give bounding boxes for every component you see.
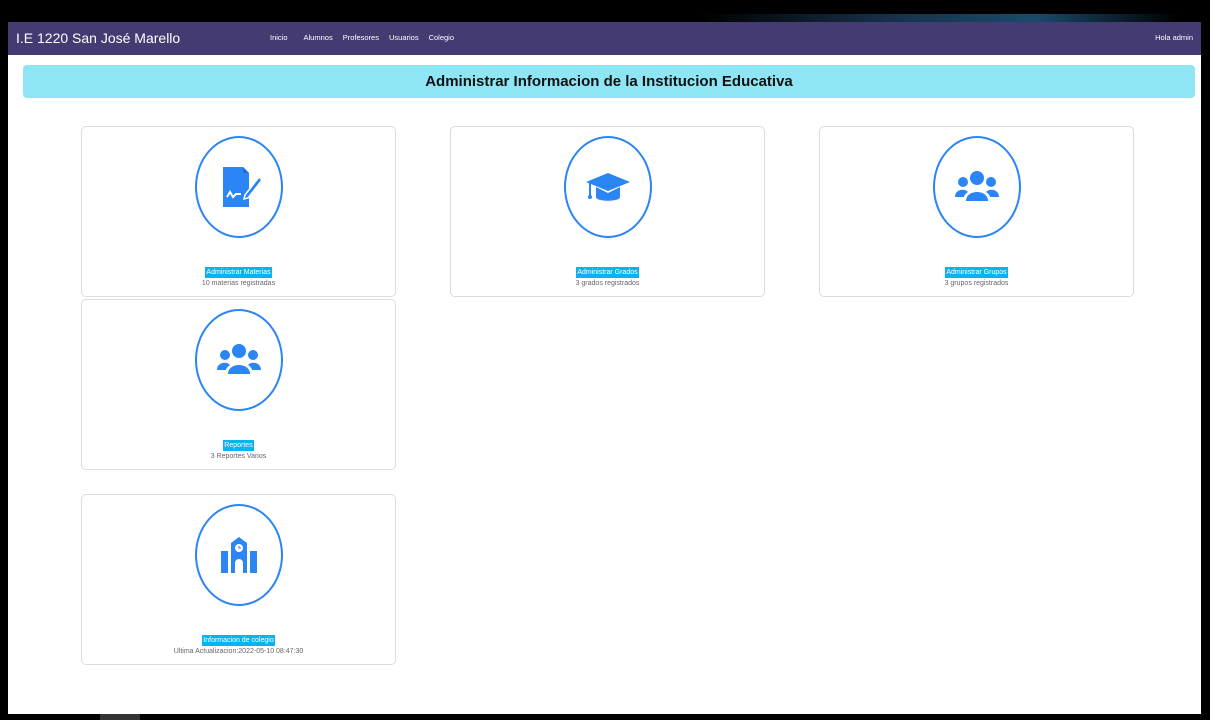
administrar-grados-link[interactable]: Administrar Grados: [576, 267, 639, 278]
user-greeting[interactable]: Hola admin: [1155, 33, 1193, 42]
card-description: 3 grupos registrados: [944, 280, 1009, 287]
navbar-links: Inicio Alumnos Profesores Usuarios Coleg…: [270, 33, 454, 42]
file-signature-icon: [223, 167, 261, 207]
administrar-materias-link[interactable]: Administrar Materias: [205, 267, 272, 278]
card-icon-circle: [933, 136, 1021, 238]
graduation-cap-icon: [586, 173, 630, 201]
navbar-brand[interactable]: I.E 1220 San José Marello: [16, 30, 180, 46]
card-description: 3 grados registrados: [575, 280, 640, 287]
nav-link-usuarios[interactable]: Usuarios: [389, 33, 419, 42]
page-title-banner: Administrar Informacion de la Institucio…: [23, 65, 1195, 98]
nav-link-inicio[interactable]: Inicio: [270, 33, 288, 42]
navbar: I.E 1220 San José Marello Inicio Alumnos…: [8, 22, 1201, 55]
card-materias: Administrar Materias 10 materias registr…: [81, 126, 396, 297]
card-grados: Administrar Grados 3 grados registrados: [450, 126, 765, 297]
card-icon-circle: [195, 504, 283, 606]
window-top-glow: [700, 14, 1180, 22]
browser-viewport: I.E 1220 San José Marello Inicio Alumnos…: [8, 22, 1201, 714]
card-description: 10 materias registradas: [201, 280, 276, 287]
card-description: 3 Reportes Varios: [210, 453, 267, 460]
school-icon: [221, 537, 257, 573]
card-colegio: Informacion de colegio Ultima Actualizac…: [81, 494, 396, 665]
card-reportes: Reportes 3 Reportes Varios: [81, 299, 396, 470]
informacion-colegio-link[interactable]: Informacion de colegio: [202, 635, 275, 646]
reportes-link[interactable]: Reportes: [223, 440, 254, 451]
card-icon-circle: [564, 136, 652, 238]
card-grupos: Administrar Grupos 3 grupos registrados: [819, 126, 1134, 297]
horizontal-scrollbar-thumb[interactable]: [100, 714, 140, 720]
card-icon-circle: [195, 309, 283, 411]
users-icon: [955, 171, 999, 201]
nav-link-colegio[interactable]: Colegio: [429, 33, 454, 42]
nav-link-profesores[interactable]: Profesores: [343, 33, 379, 42]
users-icon: [217, 344, 261, 374]
administrar-grupos-link[interactable]: Administrar Grupos: [945, 267, 1008, 278]
card-description: Ultima Actualizacion:2022-05-10 08:47:30: [173, 648, 304, 655]
nav-link-alumnos[interactable]: Alumnos: [304, 33, 333, 42]
card-icon-circle: [195, 136, 283, 238]
